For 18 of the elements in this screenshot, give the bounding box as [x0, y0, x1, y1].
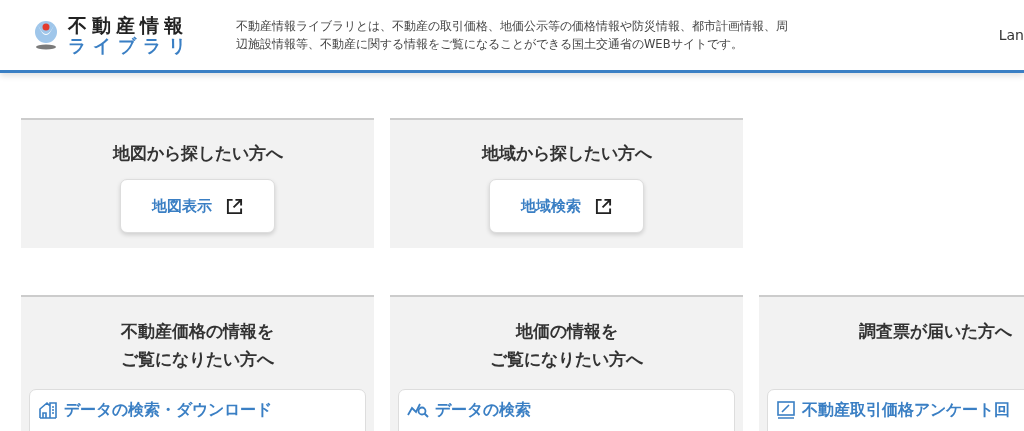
search-button[interactable]: 地域検索 — [489, 179, 644, 233]
site-description: 不動産情報ライブラリとは、不動産の取引価格、地価公示等の価格情報や防災情報、都市計画情報、周辺施設情報等、不動産に関する情報をご覧になることができる国土交通省のWEBサイトです。 — [236, 17, 789, 53]
data-link[interactable]: データの検索・ダウンロード — [29, 389, 366, 431]
data-link[interactable]: データの検索 — [398, 389, 735, 431]
logo-title: 不動産情報 — [68, 14, 189, 36]
data-link[interactable]: 不動産取引価格アンケート回 — [767, 389, 1024, 431]
language-link[interactable]: Lan — [998, 27, 1024, 43]
section-title: 不動産価格の情報を ご覧になりたい方へ — [120, 320, 275, 372]
building-icon — [38, 400, 58, 420]
form-icon — [776, 400, 796, 420]
section-title: 地価の情報を ご覧になりたい方へ — [489, 320, 644, 372]
section-title: 地図から探したい方へ — [112, 142, 283, 165]
search-button[interactable]: 地図表示 — [120, 179, 275, 233]
section-title: 地域から探したい方へ — [481, 142, 652, 165]
section-title: 調査票が届いた方へ — [858, 320, 1013, 343]
external-link-icon — [595, 197, 612, 215]
external-link-icon — [226, 197, 243, 215]
logo-subtitle: ライブラリ — [68, 35, 193, 56]
